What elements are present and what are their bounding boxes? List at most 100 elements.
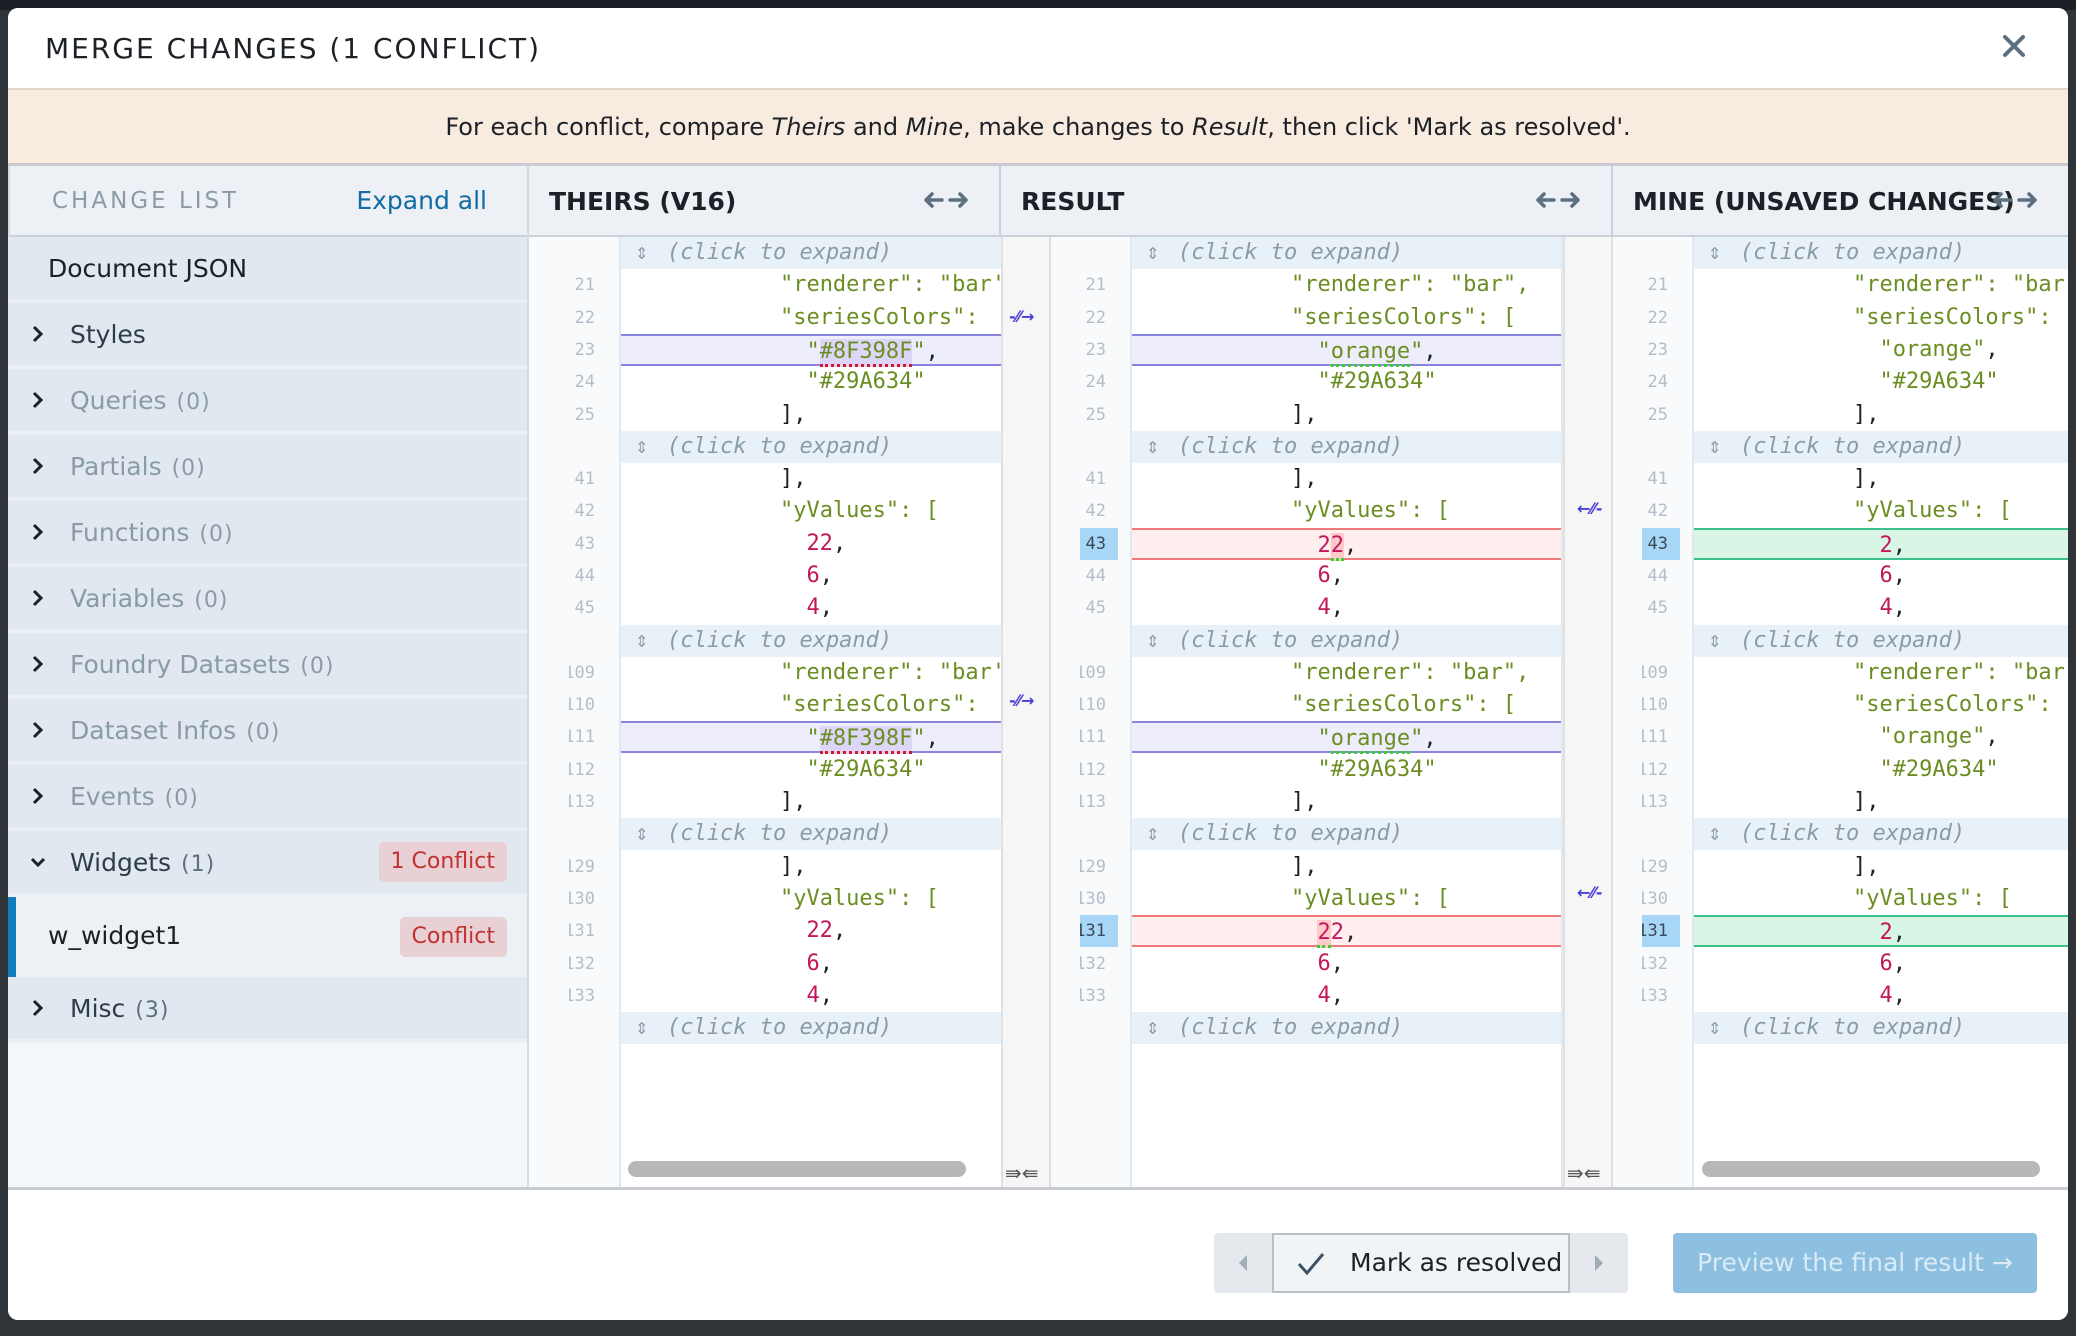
- expand-label: (click to expand): [1740, 1015, 1966, 1040]
- click-to-expand-row[interactable]: ⇕ (click to expand): [1132, 818, 1561, 850]
- click-to-expand-row[interactable]: ⇕ (click to expand): [1132, 1012, 1561, 1044]
- code-line: 22,: [1132, 528, 1561, 561]
- sidebar-item-document-json[interactable]: Document JSON: [8, 237, 527, 303]
- click-to-expand-row[interactable]: ⇕ (click to expand): [621, 1012, 1001, 1044]
- expand-label: (click to expand): [1178, 821, 1404, 846]
- previous-conflict-button[interactable]: [1214, 1233, 1272, 1293]
- close-button[interactable]: [1996, 28, 2032, 64]
- click-to-expand-row[interactable]: ⇕ (click to expand): [621, 625, 1001, 657]
- code-line: 6,: [1879, 563, 1906, 588]
- mark-as-resolved-button[interactable]: Mark as resolved: [1272, 1233, 1570, 1293]
- apply-theirs-arrow-icon[interactable]: -⁄⁄→: [1009, 307, 1034, 326]
- theirs-pane-title: THEIRS (V16): [549, 187, 737, 216]
- mine-code[interactable]: ⇕ (click to expand) "renderer": "bar' "se…: [1692, 237, 2068, 1187]
- code-line: 4,: [1879, 983, 1906, 1008]
- preview-final-result-button[interactable]: Preview the final result →: [1673, 1233, 2037, 1293]
- sidebar-item-w-widget1[interactable]: w_widget1 Conflict: [8, 897, 527, 977]
- result-code[interactable]: ⇕ (click to expand) "renderer": "bar", "s…: [1130, 237, 1563, 1187]
- next-conflict-button[interactable]: [1570, 1233, 1628, 1293]
- click-to-expand-row[interactable]: ⇕ (click to expand): [1132, 237, 1561, 269]
- dialog-footer: Mark as resolved Preview the final resul…: [8, 1193, 2068, 1320]
- code-line: "seriesColors": [: [1290, 305, 1517, 330]
- click-to-expand-row[interactable]: ⇕ (click to expand): [1132, 431, 1561, 463]
- sidebar-item-label: Widgets (1): [70, 848, 215, 877]
- code-line: "#8F398F",: [621, 721, 1001, 754]
- code-line: "yValues": [: [779, 498, 939, 523]
- expand-label: (click to expand): [1740, 240, 1966, 265]
- sidebar-item-functions[interactable]: Functions (0): [8, 501, 527, 567]
- expand-vertical-icon: ⇕: [635, 1015, 649, 1040]
- item-name: Functions: [70, 518, 190, 547]
- sidebar-item-widgets[interactable]: Widgets (1) 1 Conflict: [8, 831, 527, 897]
- expand-vertical-icon: ⇕: [1146, 821, 1160, 846]
- code-line: ],: [1852, 789, 1880, 814]
- expand-vertical-icon: ⇕: [1708, 240, 1722, 265]
- code-line: "yValues": [: [1290, 886, 1450, 911]
- click-to-expand-row[interactable]: ⇕ (click to expand): [1694, 1012, 2068, 1044]
- theirs-line-numbers: 21 22 23 24 25 41 42 43 44 45 109 110 111 112 113 129 13…: [564, 237, 619, 1187]
- dialog-header: MERGE CHANGES (1 CONFLICT): [8, 8, 2068, 88]
- expand-label: (click to expand): [1178, 240, 1404, 265]
- theirs-horizontal-scrollbar[interactable]: [628, 1161, 966, 1177]
- arrows-horizontal-icon[interactable]: [923, 186, 969, 214]
- result-margin: [1051, 237, 1080, 1187]
- caret-left-icon: [1239, 1255, 1247, 1271]
- sidebar-item-styles[interactable]: Styles: [8, 303, 527, 369]
- chevron-right-icon: [32, 721, 44, 739]
- sidebar-item-dataset-infos[interactable]: Dataset Infos (0): [8, 699, 527, 765]
- sidebar-item-foundry-datasets[interactable]: Foundry Datasets (0): [8, 633, 527, 699]
- expand-vertical-icon: ⇕: [635, 628, 649, 653]
- expand-all-link[interactable]: Expand all: [356, 186, 487, 215]
- code-line: ],: [779, 854, 807, 879]
- code-line: 22,: [1132, 915, 1561, 948]
- sidebar-item-label: Queries (0): [70, 386, 211, 415]
- code-line: "orange",: [1132, 334, 1561, 367]
- expand-label: (click to expand): [667, 434, 893, 459]
- click-to-expand-row[interactable]: ⇕ (click to expand): [621, 431, 1001, 463]
- click-to-expand-row[interactable]: ⇕ (click to expand): [1132, 625, 1561, 657]
- collapse-icon[interactable]: ⇛⇚: [1005, 1161, 1039, 1185]
- item-name: Partials: [70, 452, 162, 481]
- click-to-expand-row[interactable]: ⇕ (click to expand): [1694, 237, 2068, 269]
- sidebar-item-variables[interactable]: Variables (0): [8, 567, 527, 633]
- collapse-icon[interactable]: ⇛⇚: [1567, 1161, 1601, 1185]
- arrows-horizontal-icon[interactable]: [1535, 186, 1581, 214]
- theirs-margin: [529, 237, 569, 1187]
- expand-label: (click to expand): [1178, 1015, 1404, 1040]
- result-line-numbers: 21 22 23 24 25 41 42 43 44 45 109 110 111 112 113 129 13…: [1068, 237, 1130, 1187]
- code-line: "seriesColors":: [1852, 692, 2065, 717]
- click-to-expand-row[interactable]: ⇕ (click to expand): [1694, 818, 2068, 850]
- code-line: ],: [1852, 854, 1880, 879]
- code-line: 4,: [806, 595, 833, 620]
- chevron-right-icon: [32, 999, 44, 1017]
- arrows-horizontal-icon[interactable]: [1992, 186, 2038, 214]
- theirs-code[interactable]: ⇕ (click to expand) "renderer": "bar' "se…: [619, 237, 1001, 1187]
- sidebar-item-misc[interactable]: Misc (3): [8, 977, 527, 1043]
- code-line: "#29A634": [1879, 369, 1999, 394]
- sidebar-item-events[interactable]: Events (0): [8, 765, 527, 831]
- mine-line-numbers: 21 22 23 24 25 41 42 43 44 45 109 110 111 112 113 129 13…: [1630, 237, 1692, 1187]
- click-to-expand-row[interactable]: ⇕ (click to expand): [1694, 625, 2068, 657]
- apply-theirs-arrow-icon[interactable]: -⁄⁄→: [1009, 691, 1034, 710]
- expand-vertical-icon: ⇕: [1146, 240, 1160, 265]
- item-name: Misc: [70, 994, 126, 1023]
- code-line: 6,: [1317, 951, 1344, 976]
- code-line: "seriesColors":: [1852, 305, 2065, 330]
- sidebar-item-partials[interactable]: Partials (0): [8, 435, 527, 501]
- apply-mine-arrow-icon[interactable]: ←⁄⁄-: [1577, 883, 1602, 902]
- code-line: "seriesColors":: [779, 305, 992, 330]
- theirs-result-gutter: -⁄⁄→ -⁄⁄→ ⇛⇚: [1001, 237, 1051, 1187]
- mine-horizontal-scrollbar[interactable]: [1702, 1161, 2040, 1177]
- click-to-expand-row[interactable]: ⇕ (click to expand): [621, 237, 1001, 269]
- code-line: "yValues": [: [1290, 498, 1450, 523]
- item-name: Foundry Datasets: [70, 650, 291, 679]
- banner-text: , then click 'Mark as resolved'.: [1267, 113, 1631, 141]
- code-line: "renderer": "bar': [1852, 272, 2068, 297]
- chevron-right-icon: [32, 457, 44, 475]
- click-to-expand-row[interactable]: ⇕ (click to expand): [621, 818, 1001, 850]
- apply-mine-arrow-icon[interactable]: ←⁄⁄-: [1577, 499, 1602, 518]
- code-line: "seriesColors":: [779, 692, 992, 717]
- sidebar-item-queries[interactable]: Queries (0): [8, 369, 527, 435]
- expand-label: (click to expand): [667, 628, 893, 653]
- click-to-expand-row[interactable]: ⇕ (click to expand): [1694, 431, 2068, 463]
